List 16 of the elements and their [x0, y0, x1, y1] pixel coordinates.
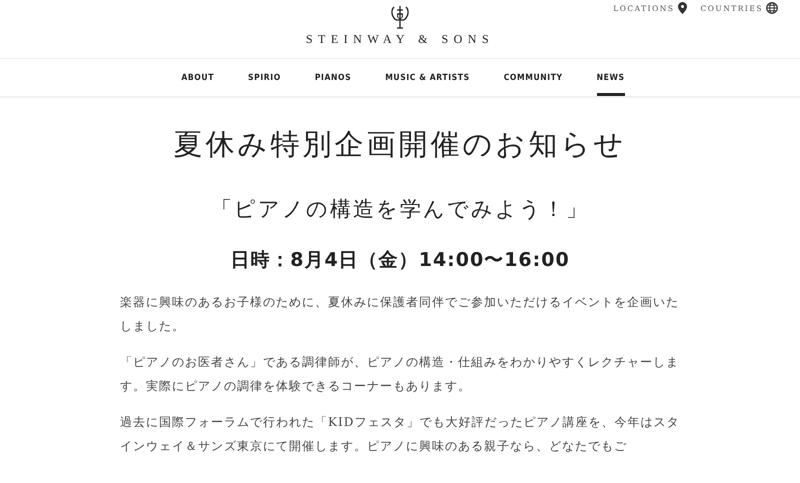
article-title: 夏休み特別企画開催のお知らせ [174, 126, 626, 163]
body-paragraph: 楽器に興味のあるお子様のために、夏休みに保護者同伴でご参加いただけるイベントを企画いたしました。 [120, 294, 680, 335]
brand-name: STEINWAY & SONS [306, 32, 494, 47]
nav-tab[interactable]: SPIRIO [248, 59, 281, 96]
body-paragraph: 「ピアノのお医者さん」である調律師が、ピアノの構造・仕組みをわかりやすくレクチャーします。実際にピアノの調律を体験できるコーナーもあります。 [120, 354, 680, 395]
map-pin-icon [678, 2, 686, 14]
nav-tab[interactable]: NEWS [596, 59, 625, 96]
body-paragraph: 過去に国際フォーラムで行われた「KIDフェスタ」でも大好評だったピアノ講座を、今年はスタインウェイ＆サンズ東京にて開催します。ピアノに興味のある親子なら、どなたでもご [120, 414, 680, 455]
lyre-logo-icon [390, 4, 410, 30]
nav-tab[interactable]: ABOUT [181, 59, 214, 96]
event-date: 日時：8月4日（金）14:00〜16:00 [230, 248, 570, 273]
nav-tab[interactable]: COMMUNITY [504, 59, 563, 96]
article-subtitle: 「ピアノの構造を学んでみよう！」 [211, 196, 589, 223]
nav-tab[interactable]: PIANOS [314, 59, 352, 96]
nav-tab[interactable]: MUSIC & ARTISTS [385, 59, 470, 96]
globe-icon [766, 2, 778, 14]
